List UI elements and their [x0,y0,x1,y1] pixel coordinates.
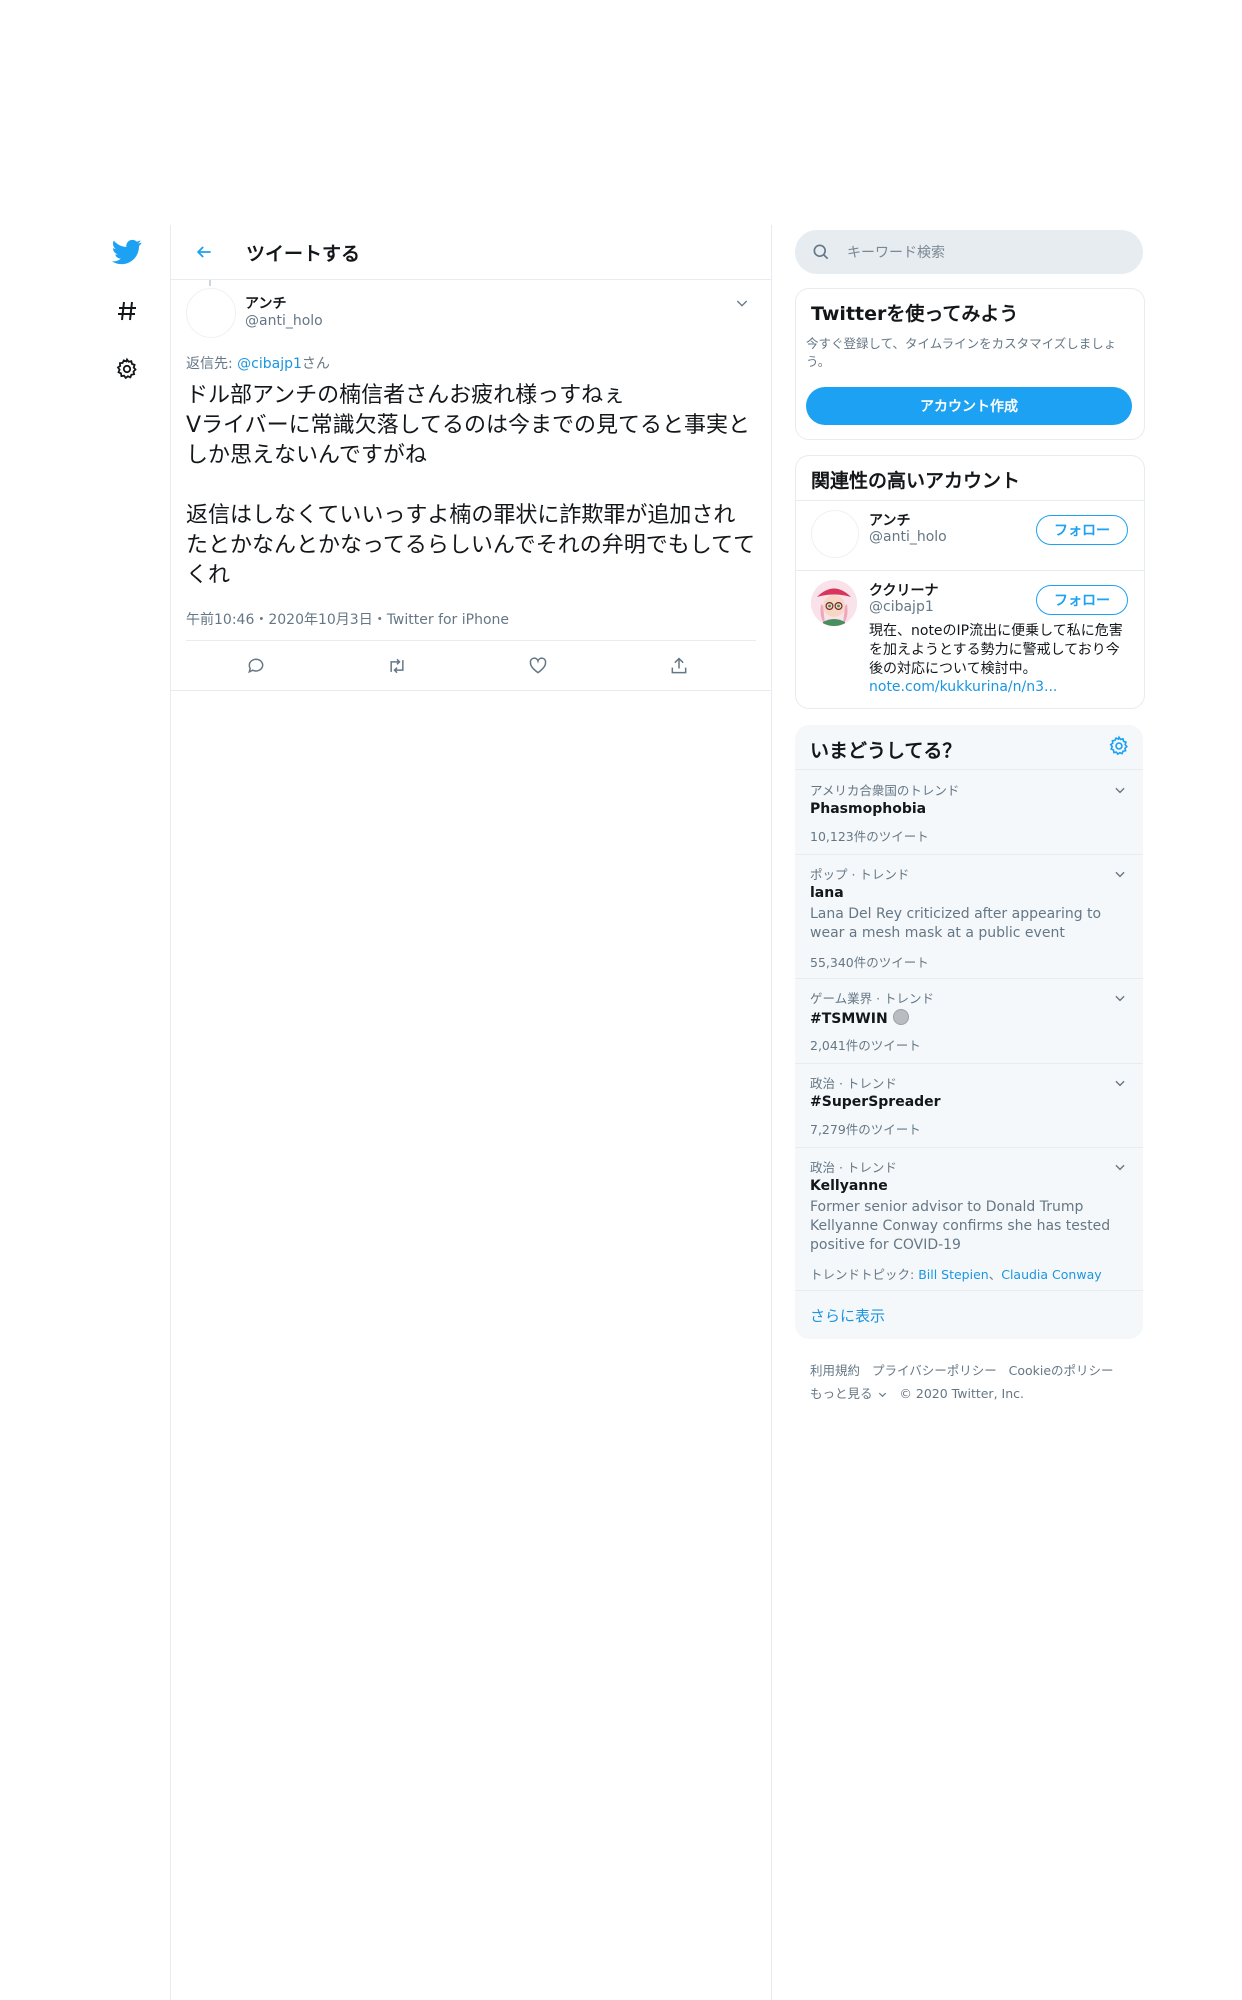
tweet-meta[interactable]: 午前10:46・2020年10月3日・Twitter for iPhone [186,609,509,629]
trend-context: アメリカ合衆国のトレンド [810,783,960,798]
related-title: 関連性の高いアカウント [811,470,1021,492]
create-account-button[interactable]: アカウント作成 [806,387,1132,425]
trend-count: 10,123件のツイート [810,829,929,844]
tweet-text: ドル部アンチの楠信者さんお疲れ様っすねぇ Vライバーに常識欠落してるのは今までの… [186,383,756,588]
trend-topics: トレンドトピック: Bill Stepien、Claudia Conway [810,1267,1102,1282]
follow-button[interactable]: フォロー [1036,585,1128,615]
signup-title: Twitterを使ってみよう [811,303,1019,325]
signup-description: 今すぐ登録して、タイムラインをカスタマイズしましょう。 [806,336,1117,369]
account-bio-link[interactable]: note.com/kukkurina/n/n3... [869,679,1057,695]
divider [171,690,771,691]
account-bio: 現在、noteのIP流出に便乗して私に危害を加えようとする勢力に警戒しており今後… [869,623,1123,677]
footer-link-terms[interactable]: 利用規約 [810,1363,860,1378]
search-bar[interactable] [795,230,1143,276]
tweet-actions [186,640,756,691]
avatar[interactable] [811,510,859,558]
share-icon[interactable] [666,653,692,679]
reply-icon[interactable] [243,653,269,679]
trends-title: いまどうしてる？ [810,740,962,762]
chevron-down-icon[interactable] [1113,866,1127,885]
related-accounts-card: 関連性の高いアカウント アンチ @anti_holo フォロー ククリーナ @c… [795,455,1145,709]
retweet-icon[interactable] [384,653,410,679]
chevron-down-icon[interactable] [734,295,750,315]
page-header: ツイートする [171,225,771,280]
trend-name: Phasmophobia [810,801,927,817]
trend-context: ゲーム業界 · トレンド [810,991,935,1006]
reply-to: 返信先: @cibajp1さん [186,353,330,373]
chevron-down-icon[interactable] [1113,1159,1127,1178]
settings-gear-icon[interactable] [110,352,144,386]
trend-item[interactable]: ポップ · トレンド lana Lana Del Rey criticized … [795,854,1143,979]
trend-item[interactable]: アメリカ合衆国のトレンド Phasmophobia 10,123件のツイート [795,770,1143,855]
author-name[interactable]: アンチ [245,293,286,313]
trend-context: 政治 · トレンド [810,1160,897,1175]
back-arrow-icon[interactable] [189,237,219,267]
hashflag-icon [892,1009,909,1025]
trend-name-text: #TSMWIN [810,1011,888,1027]
reply-prefix: 返信先: [186,356,238,372]
trend-context: 政治 · トレンド [810,1076,897,1091]
reply-suffix: さん [301,356,330,372]
chevron-down-icon[interactable] [877,1388,888,1403]
trend-name: #SuperSpreader [810,1094,941,1110]
trend-item[interactable]: 政治 · トレンド Kellyanne Former senior adviso… [795,1147,1143,1291]
divider [796,570,1144,571]
copyright: © 2020 Twitter, Inc. [899,1386,1024,1401]
follow-button[interactable]: フォロー [1036,515,1128,545]
trend-item[interactable]: ゲーム業界 · トレンド #TSMWIN 2,041件のツイート [795,978,1143,1064]
trend-count: 55,340件のツイート [810,955,929,970]
main-column: ツイートする アンチ @anti_holo 返信先: @cibajp1さん ドル… [170,225,772,2000]
chevron-down-icon[interactable] [1113,782,1127,801]
show-more-link[interactable]: さらに表示 [810,1305,885,1326]
footer-more-link[interactable]: もっと見る [810,1386,873,1401]
trend-name: lana [810,885,844,901]
signup-card: Twitterを使ってみよう 今すぐ登録して、タイムラインをカスタマイズしましょ… [795,288,1145,440]
trend-topic-link[interactable]: Bill Stepien [918,1267,989,1282]
avatar[interactable] [186,288,236,338]
explore-hashtag-icon[interactable] [110,294,144,328]
like-heart-icon[interactable] [525,653,551,679]
search-input[interactable] [845,230,1129,276]
trend-context: ポップ · トレンド [810,867,910,882]
page-title: ツイートする [246,243,361,265]
trend-name: #TSMWIN [810,1009,909,1027]
account-handle[interactable]: @cibajp1 [869,599,934,615]
chevron-down-icon[interactable] [1113,1075,1127,1094]
footer-link-cookies[interactable]: Cookieのポリシー [1009,1363,1114,1378]
author-handle[interactable]: @anti_holo [245,313,323,329]
twitter-logo-icon[interactable] [110,235,144,269]
account-name[interactable]: ククリーナ [869,580,938,600]
account-name[interactable]: アンチ [869,510,910,530]
trend-topics-label: トレンドトピック: [810,1267,919,1282]
trend-count: 7,279件のツイート [810,1122,921,1137]
trend-description: Former senior advisor to Donald Trump Ke… [810,1199,1111,1253]
footer-row: もっと見る © 2020 Twitter, Inc. [810,1383,1024,1403]
footer-link-privacy[interactable]: プライバシーポリシー [872,1363,997,1378]
trend-count: 2,041件のツイート [810,1038,921,1053]
trends-panel: いまどうしてる？ アメリカ合衆国のトレンド Phasmophobia 10,12… [795,725,1143,1339]
gear-icon[interactable] [1108,735,1130,761]
footer-links: 利用規約 プライバシーポリシー Cookieのポリシー [810,1360,1114,1379]
divider [796,500,1144,501]
search-icon [811,242,831,266]
chevron-down-icon[interactable] [1113,990,1127,1009]
avatar[interactable] [811,580,857,626]
account-handle[interactable]: @anti_holo [869,529,947,545]
reply-handle-link[interactable]: @cibajp1 [237,356,302,372]
trend-description: Lana Del Rey criticized after appearing … [810,906,1102,941]
trend-item[interactable]: 政治 · トレンド #SuperSpreader 7,279件のツイート [795,1063,1143,1148]
trend-name: Kellyanne [810,1178,888,1194]
trend-topic-link[interactable]: Claudia Conway [1001,1267,1101,1282]
thread-line [209,280,211,286]
